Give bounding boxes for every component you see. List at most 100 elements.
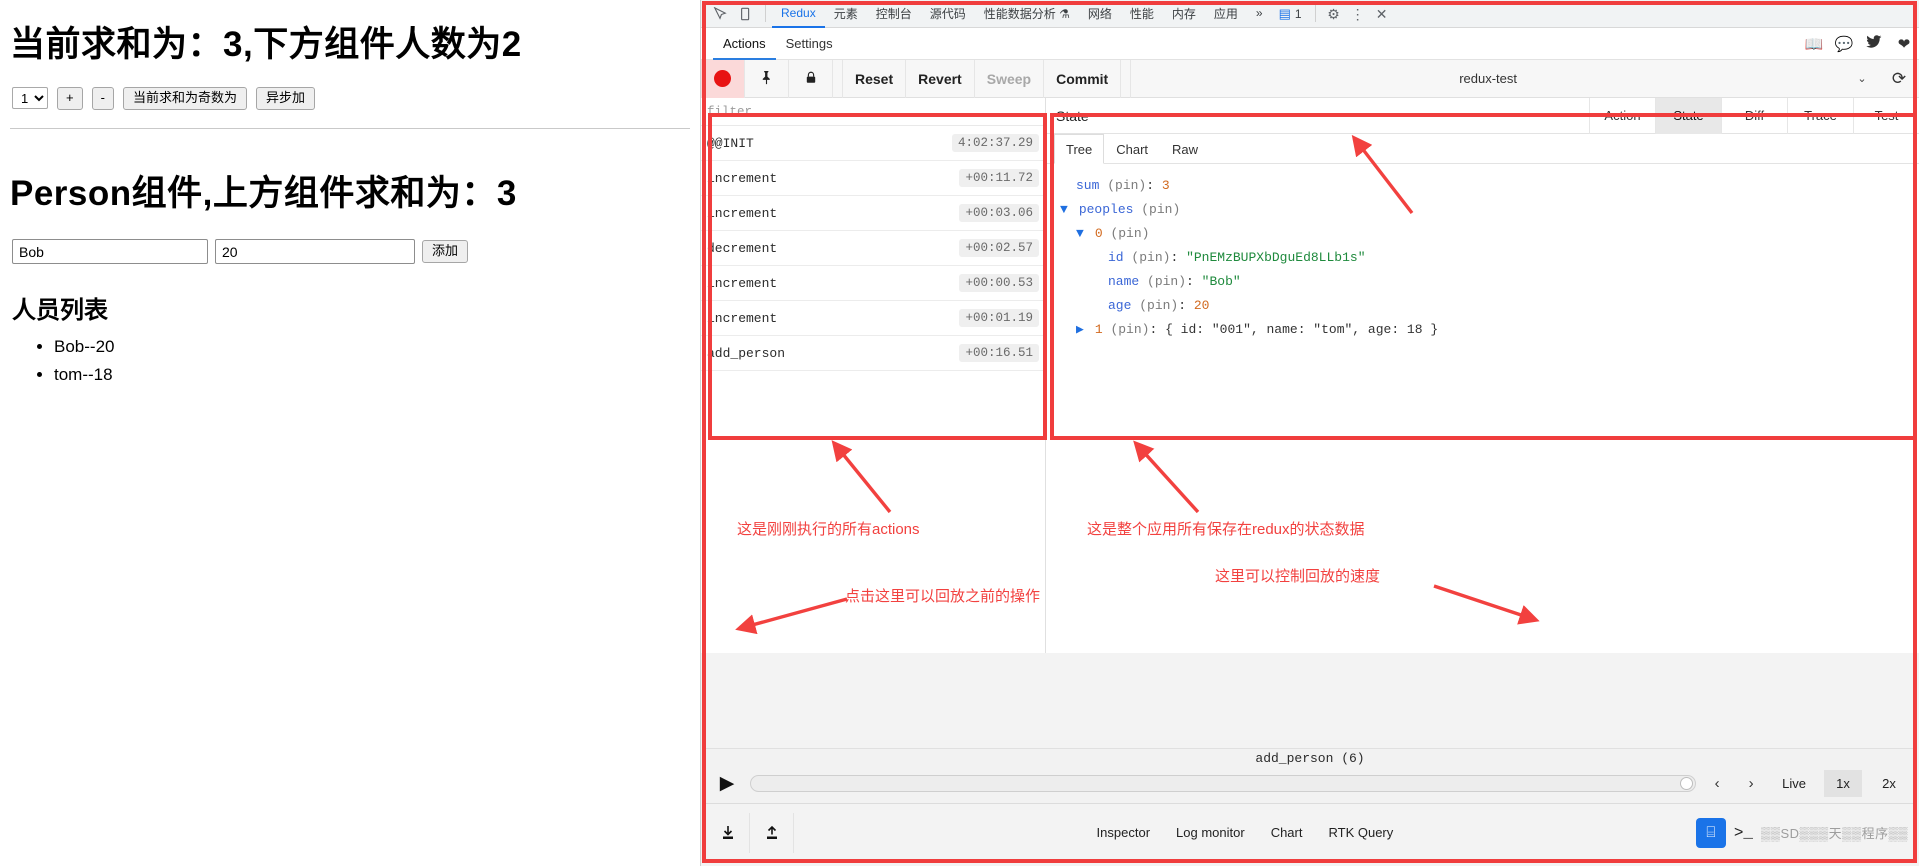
tab-tree[interactable]: Tree	[1054, 134, 1105, 164]
tab-memory[interactable]: 内存	[1163, 0, 1205, 28]
table-row[interactable]: decrement +00:02.57	[701, 231, 1045, 266]
action-time: +00:01.19	[959, 309, 1039, 327]
tab-performance[interactable]: 性能	[1121, 0, 1163, 28]
toolbar-divider	[765, 5, 766, 22]
watermark: ▒▒SD▒▒▒天▒▒程序▒▒	[1761, 826, 1908, 841]
toolbar-gap	[833, 59, 843, 98]
footer-link-inspector[interactable]: Inspector	[1097, 825, 1150, 840]
tree-row-peoples[interactable]: ▼ peoples (pin)	[1060, 198, 1919, 222]
chevron-down-icon[interactable]: ▼	[1060, 198, 1071, 222]
tree-row-item-0[interactable]: ▼ 0 (pin)	[1060, 222, 1919, 246]
playback-slider[interactable]	[750, 774, 1697, 792]
state-tree: sum (pin): 3 ▼ peoples (pin) ▼ 0 (pin) i…	[1046, 164, 1919, 653]
action-time: +00:00.53	[959, 274, 1039, 292]
tab-raw[interactable]: Raw	[1160, 134, 1210, 164]
increment-async-button[interactable]: 异步加	[255, 86, 315, 110]
action-name: add_person	[707, 345, 786, 361]
inspect-icon[interactable]	[707, 0, 733, 28]
tab-chart[interactable]: Chart	[1104, 134, 1160, 164]
add-person-button[interactable]: 添加	[422, 240, 469, 263]
chevron-down-icon[interactable]: ⌄	[1845, 72, 1879, 85]
tree-key: id	[1108, 250, 1124, 266]
tab-console[interactable]: 控制台	[867, 0, 921, 28]
terminal-icon[interactable]: >_	[1728, 824, 1759, 842]
sweep-button[interactable]: Sweep	[975, 59, 1045, 98]
tree-key: peoples	[1078, 202, 1134, 218]
tab-network[interactable]: 网络	[1079, 0, 1121, 28]
speed-1x-button[interactable]: 1x	[1824, 769, 1862, 797]
device-toolbar-icon[interactable]	[733, 0, 759, 28]
footer-links: Inspector Log monitor Chart RTK Query	[794, 825, 1696, 840]
tree-row-name[interactable]: name (pin): "Bob"	[1060, 270, 1919, 294]
close-icon[interactable]: ✕	[1370, 0, 1394, 28]
speed-2x-button[interactable]: 2x	[1870, 770, 1908, 797]
revert-button[interactable]: Revert	[906, 59, 975, 98]
table-row[interactable]: add_person +00:16.51	[701, 336, 1045, 371]
lock-button[interactable]	[789, 59, 833, 98]
tab-overflow-button[interactable]: »	[1247, 0, 1272, 28]
count-select[interactable]: 1 2 3 4 5	[12, 87, 48, 109]
record-button[interactable]	[701, 59, 745, 98]
tree-row-age[interactable]: age (pin): 20	[1060, 294, 1919, 318]
table-row[interactable]: increment +00:00.53	[701, 266, 1045, 301]
redux-toolbar: Reset Revert Sweep Commit redux-test ⌄ ⟳	[701, 59, 1919, 98]
tab-test[interactable]: Test	[1853, 97, 1919, 134]
prev-step-icon[interactable]: ‹	[1704, 775, 1730, 792]
table-row[interactable]: @@INIT 4:02:37.29	[701, 126, 1045, 161]
footer-link-chart[interactable]: Chart	[1271, 825, 1303, 840]
lock-icon	[804, 70, 818, 88]
dock-icon[interactable]: ⌸	[1695, 817, 1726, 848]
reset-button[interactable]: Reset	[843, 59, 907, 98]
kebab-menu-icon[interactable]: ⋮	[1346, 0, 1370, 28]
footer-link-log-monitor[interactable]: Log monitor	[1176, 825, 1245, 840]
decrement-button[interactable]: -	[91, 86, 114, 110]
tree-value: "Bob"	[1201, 274, 1241, 290]
tab-performance-insights[interactable]: 性能数据分析 ⚗	[975, 0, 1079, 28]
tree-row-id[interactable]: id (pin): "PnEMzBUPXbDguEd8LLb1s"	[1060, 246, 1919, 270]
tab-diff[interactable]: Diff	[1721, 97, 1787, 134]
tab-application[interactable]: 应用	[1205, 0, 1247, 28]
footer-link-rtk-query[interactable]: RTK Query	[1328, 825, 1393, 840]
commit-button[interactable]: Commit	[1044, 59, 1122, 98]
tab-elements[interactable]: 元素	[825, 0, 867, 28]
slider-knob[interactable]	[1680, 776, 1694, 790]
table-row[interactable]: increment +00:03.06	[701, 196, 1045, 231]
age-input[interactable]	[215, 239, 415, 264]
filter-input[interactable]: filter...	[701, 98, 1045, 126]
tab-redux[interactable]: Redux	[772, 0, 825, 28]
import-icon[interactable]	[706, 812, 750, 853]
play-icon[interactable]: ▶	[712, 774, 742, 793]
refresh-icon[interactable]: ⟳	[1879, 69, 1919, 89]
tab-trace[interactable]: Trace	[1787, 97, 1853, 134]
tab-actions[interactable]: Actions	[713, 28, 776, 60]
tab-action[interactable]: Action	[1589, 97, 1655, 134]
pin-button[interactable]	[745, 59, 789, 98]
people-list: Bob--20 tom--18	[10, 333, 690, 388]
export-icon[interactable]	[750, 812, 794, 853]
tree-index: 0	[1094, 226, 1103, 242]
next-step-icon[interactable]: ›	[1738, 775, 1764, 792]
chat-icon[interactable]: 💬	[1829, 35, 1859, 53]
increment-if-odd-button[interactable]: 当前求和为奇数为	[122, 86, 247, 110]
tree-row-sum[interactable]: sum (pin): 3	[1060, 174, 1919, 198]
tree-row-item-1[interactable]: ▶ 1 (pin): { id: "001", name: "tom", age…	[1060, 318, 1919, 342]
table-row[interactable]: increment +00:01.19	[701, 301, 1045, 336]
person-heading: Person组件,上方组件求和为：3	[10, 173, 517, 213]
tab-state[interactable]: State	[1655, 97, 1721, 134]
live-button[interactable]: Live	[1772, 770, 1816, 797]
tree-value-preview: { id: "001", name: "tom", age: 18 }	[1165, 322, 1439, 338]
book-icon[interactable]: 📖	[1799, 35, 1829, 53]
twitter-icon[interactable]	[1859, 34, 1889, 53]
name-input[interactable]	[12, 239, 208, 264]
gear-icon[interactable]: ⚙	[1322, 0, 1346, 28]
tree-value: "PnEMzBUPXbDguEd8LLb1s"	[1186, 250, 1366, 266]
issues-badge[interactable]: ▤ 1	[1272, 0, 1309, 27]
increment-button[interactable]: +	[57, 86, 83, 110]
tab-sources[interactable]: 源代码	[921, 0, 975, 28]
tab-settings[interactable]: Settings	[776, 28, 843, 60]
heart-icon[interactable]: ❤	[1889, 35, 1919, 53]
table-row[interactable]: increment +00:11.72	[701, 161, 1045, 196]
chevron-right-icon[interactable]: ▶	[1076, 318, 1087, 342]
people-list-heading: 人员列表	[12, 297, 108, 324]
chevron-down-icon[interactable]: ▼	[1076, 222, 1087, 246]
